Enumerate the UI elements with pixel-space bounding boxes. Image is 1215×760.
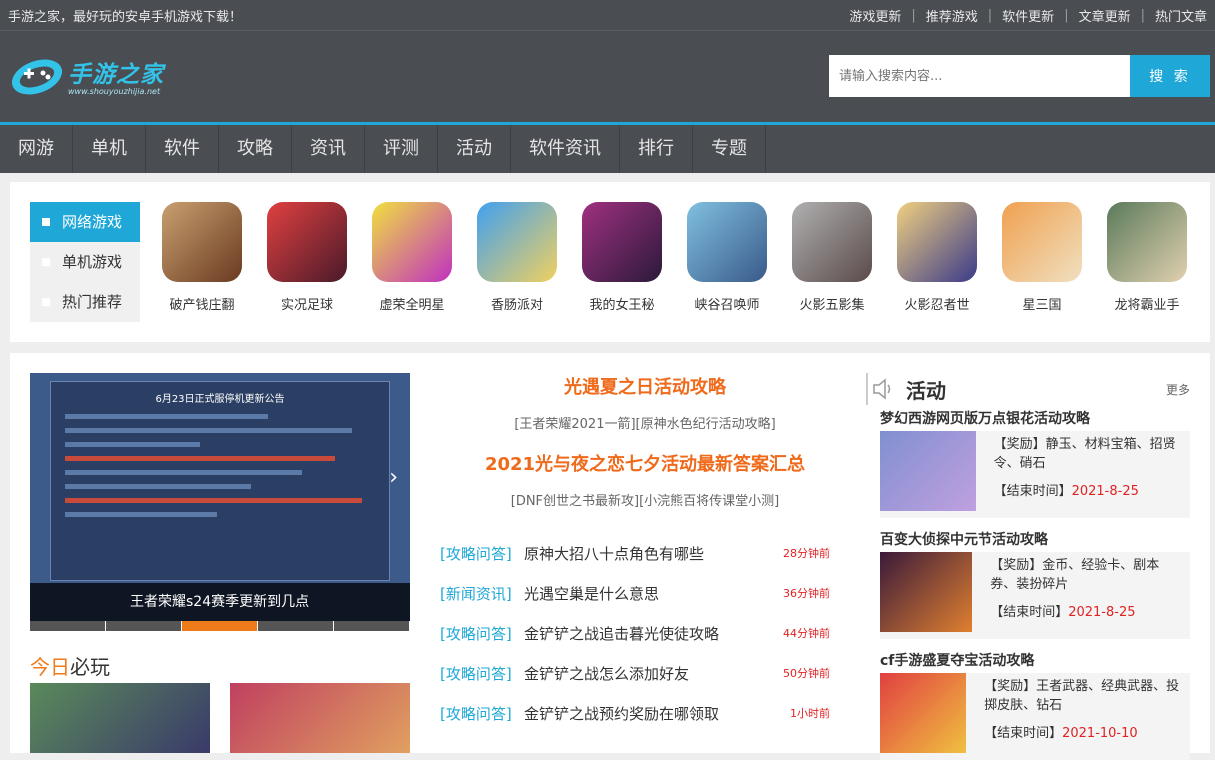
game-card[interactable]: 火影忍者世 (895, 202, 979, 313)
search-input[interactable] (829, 55, 1130, 97)
nav-item-software-news[interactable]: 软件资讯 (511, 125, 620, 173)
game-icon (792, 202, 872, 282)
banner-image: 6月23日正式服停机更新公告 (50, 381, 390, 581)
slide-indicator[interactable] (258, 621, 334, 631)
search-box: 搜 索 (829, 55, 1210, 97)
game-icon (267, 202, 347, 282)
top-link-hot-articles[interactable]: 热门文章 (1155, 6, 1207, 25)
banner-caption[interactable]: 王者荣耀s24赛季更新到几点 (30, 583, 410, 621)
banner-slider[interactable]: 6月23日正式服停机更新公告 › 王者荣耀s24赛季更新到几点 (30, 373, 410, 631)
logo-title: 手游之家 (68, 61, 164, 88)
game-card[interactable]: 香肠派对 (475, 202, 559, 313)
activity-item[interactable]: 梦幻西游网页版万点银花活动攻略 【奖励】静玉、材料宝箱、招贤令、硝石 【结束时间… (866, 407, 1190, 518)
game-icon (1107, 202, 1187, 282)
activity-more-link[interactable]: 更多 (1166, 381, 1190, 398)
top-link-software-update[interactable]: 软件更新 (1002, 6, 1054, 25)
nav-item-software[interactable]: 软件 (146, 125, 219, 173)
news-item[interactable]: [新闻资讯] 光遇空巢是什么意思 36分钟前 (440, 573, 830, 613)
header: 手游之家 www.shouyouzhijia.net 搜 索 (0, 30, 1215, 122)
slide-indicator[interactable] (106, 621, 182, 631)
activity-item[interactable]: cf手游盛夏夺宝活动攻略 【奖励】王者武器、经典武器、投掷皮肤、钻石 【结束时间… (866, 649, 1190, 760)
nav-item-ranking[interactable]: 排行 (620, 125, 693, 173)
headline-sublinks[interactable]: [DNF创世之书最新攻][小浣熊百将传课堂小测] (440, 490, 850, 509)
game-icon (897, 202, 977, 282)
game-card[interactable]: 龙将霸业手 (1105, 202, 1189, 313)
activity-image[interactable] (880, 431, 976, 511)
game-card[interactable]: 火影五影集 (790, 202, 874, 313)
tab-single-games[interactable]: 单机游戏 (30, 242, 140, 282)
nav-item-news[interactable]: 资讯 (292, 125, 365, 173)
game-icon (477, 202, 557, 282)
news-item[interactable]: [攻略问答] 原神大招八十点角色有哪些 28分钟前 (440, 533, 830, 573)
top-bar: 手游之家，最好玩的安卓手机游戏下载！ 游戏更新 | 推荐游戏 | 软件更新 | 文章更… (0, 0, 1215, 30)
activity-title: 活动 (906, 378, 946, 403)
game-icon (582, 202, 662, 282)
nav-item-guides[interactable]: 攻略 (219, 125, 292, 173)
activity-end-date: 2021-8-25 (1068, 605, 1136, 620)
news-list: [攻略问答] 原神大招八十点角色有哪些 28分钟前 [新闻资讯] 光遇空巢是什么意思 3… (440, 533, 830, 733)
main-content: 6月23日正式服停机更新公告 › 王者荣耀s24赛季更新到几点 今日必玩 光遇夏… (10, 353, 1210, 760)
activity-panel: 活动 更多 梦幻西游网页版万点银花活动攻略 【奖励】静玉、材料宝箱、招贤令、硝石… (866, 373, 1190, 760)
game-card[interactable]: 星三国 (1000, 202, 1084, 313)
news-item[interactable]: [攻略问答] 金铲铲之战预约奖励在哪领取 1小时前 (440, 693, 830, 733)
activity-item-title[interactable]: 梦幻西游网页版万点银花活动攻略 (866, 407, 1190, 431)
game-card[interactable]: 破产钱庄翻 (160, 202, 244, 313)
headline-sublinks[interactable]: [王者荣耀2021一箭][原神水色纪行活动攻略] (440, 413, 850, 432)
headline-block: 光遇夏之日活动攻略 [王者荣耀2021一箭][原神水色纪行活动攻略] 2021光… (440, 373, 850, 509)
news-item[interactable]: [攻略问答] 金铲铲之战怎么添加好友 50分钟前 (440, 653, 830, 693)
chevron-right-icon[interactable]: › (389, 465, 398, 490)
game-icon (1002, 202, 1082, 282)
tab-online-games[interactable]: 网络游戏 (30, 202, 140, 242)
nav-item-single-games[interactable]: 单机 (73, 125, 146, 173)
category-tabs: 网络游戏 单机游戏 热门推荐 (30, 202, 140, 322)
nav-item-topics[interactable]: 专题 (693, 125, 766, 173)
activity-end-date: 2021-10-10 (1062, 726, 1138, 741)
game-icon (372, 202, 452, 282)
activity-header: 活动 更多 (866, 373, 1190, 405)
site-slogan: 手游之家，最好玩的安卓手机游戏下载！ (8, 9, 243, 25)
game-icon (162, 202, 242, 282)
search-button[interactable]: 搜 索 (1130, 55, 1210, 97)
activity-item-title[interactable]: cf手游盛夏夺宝活动攻略 (866, 649, 1190, 673)
nav-item-events[interactable]: 活动 (438, 125, 511, 173)
banner-panel-title: 6月23日正式服停机更新公告 (155, 394, 285, 405)
game-card[interactable]: 峡谷召唤师 (685, 202, 769, 313)
speaker-icon (873, 378, 891, 400)
logo-subtitle: www.shouyouzhijia.net (68, 86, 161, 96)
site-logo[interactable]: 手游之家 www.shouyouzhijia.net (10, 53, 164, 97)
slide-indicator[interactable] (30, 621, 106, 631)
today-must-play-title: 今日必玩 (30, 655, 110, 679)
game-icon (687, 202, 767, 282)
top-links: 游戏更新 | 推荐游戏 | 软件更新 | 文章更新 | 热门文章 (849, 6, 1207, 25)
game-showcase: 网络游戏 单机游戏 热门推荐 破产钱庄翻 实况足球 虚荣全明星 香肠派对 我的女… (10, 182, 1210, 342)
activity-item-title[interactable]: 百变大侦探中元节活动攻略 (866, 528, 1190, 552)
top-link-article-update[interactable]: 文章更新 (1079, 6, 1131, 25)
news-item[interactable]: [攻略问答] 金铲铲之战追击暮光使徒攻略 44分钟前 (440, 613, 830, 653)
slide-indicator[interactable] (334, 621, 410, 631)
headline-title[interactable]: 光遇夏之日活动攻略 (440, 373, 850, 399)
headline-title[interactable]: 2021光与夜之恋七夕活动最新答案汇总 (440, 450, 850, 476)
game-card[interactable]: 虚荣全明星 (370, 202, 454, 313)
activity-image[interactable] (880, 673, 967, 753)
top-link-game-update[interactable]: 游戏更新 (849, 6, 901, 25)
slide-indicator-active[interactable] (182, 621, 258, 631)
game-card[interactable]: 我的女王秘 (580, 202, 664, 313)
banner-indicators (30, 621, 410, 631)
gamepad-logo-icon (11, 59, 63, 95)
activity-item[interactable]: 百变大侦探中元节活动攻略 【奖励】金币、经验卡、剧本券、装扮碎片 【结束时间】2… (866, 528, 1190, 639)
top-link-recommended[interactable]: 推荐游戏 (926, 6, 978, 25)
tab-hot-recommend[interactable]: 热门推荐 (30, 282, 140, 322)
nav-item-online-games[interactable]: 网游 (0, 125, 73, 173)
activity-end-date: 2021-8-25 (1071, 484, 1139, 499)
activity-image[interactable] (880, 552, 973, 632)
main-nav: 网游 单机 软件 攻略 资讯 评测 活动 软件资讯 排行 专题 (0, 122, 1215, 173)
nav-item-reviews[interactable]: 评测 (365, 125, 438, 173)
game-card[interactable]: 实况足球 (265, 202, 349, 313)
